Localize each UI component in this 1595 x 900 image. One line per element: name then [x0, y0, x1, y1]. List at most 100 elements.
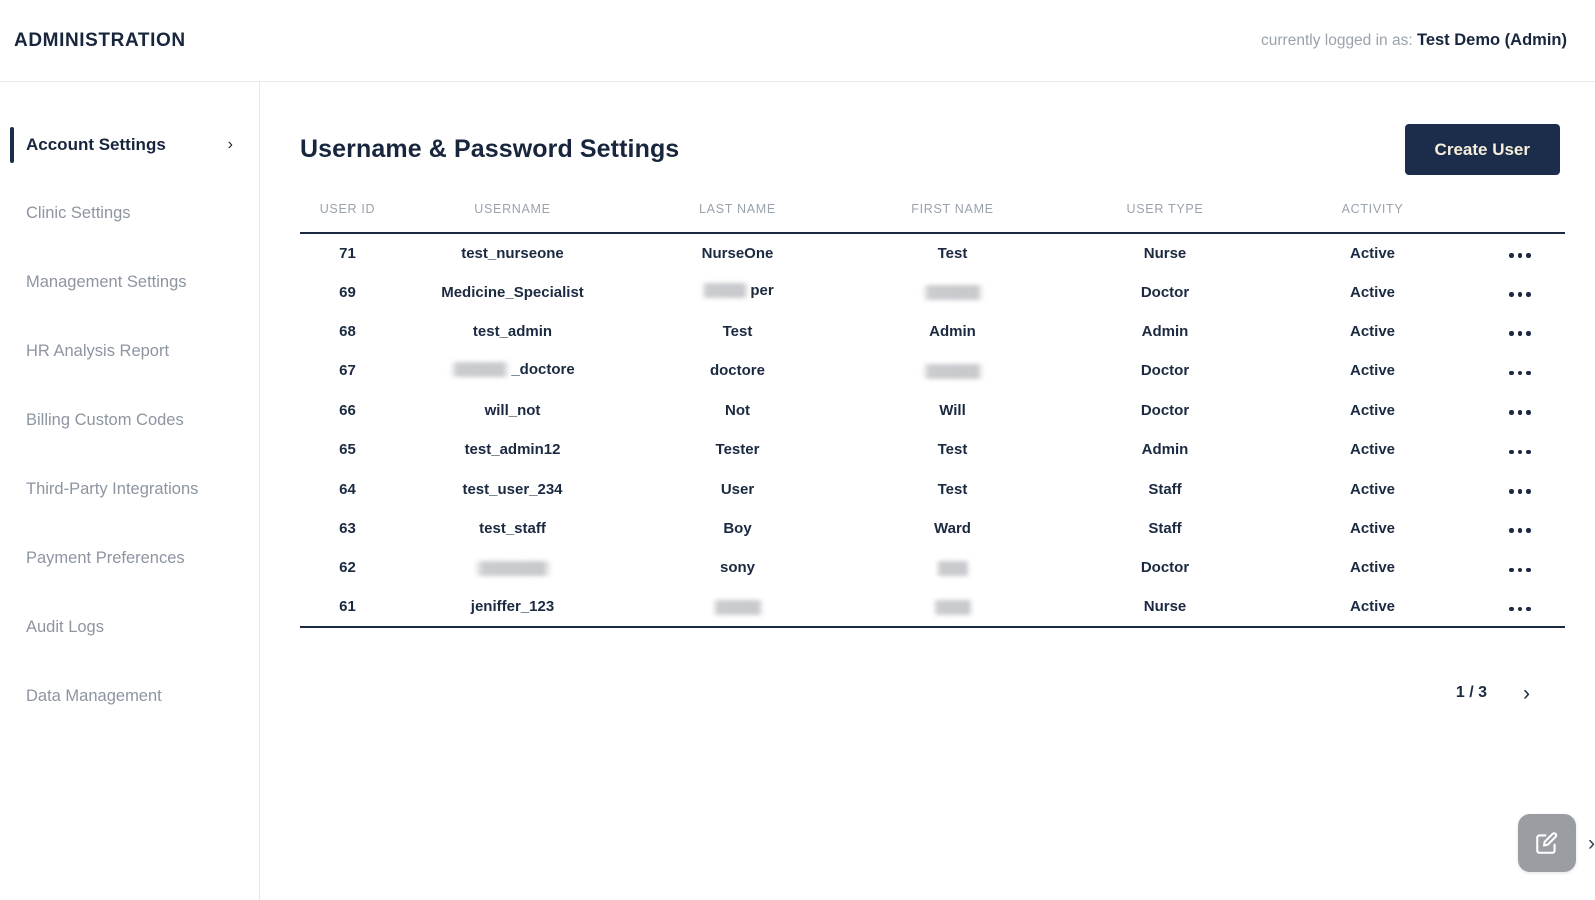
logged-in-prefix: currently logged in as:: [1261, 32, 1413, 49]
cell-last-name-text: per: [750, 282, 774, 300]
app-title: ADMINISTRATION: [14, 29, 186, 51]
cell-user-type: Doctor: [1140, 401, 1190, 419]
table-row: 69 Medicine_Specialist per Doctor Active: [300, 272, 1565, 311]
cell-user-type: Staff: [1148, 519, 1182, 537]
cell-user-id: 67: [339, 362, 356, 380]
column-header-user-type: USER TYPE: [1126, 202, 1204, 216]
cell-username: test_nurseone: [461, 244, 564, 262]
more-horizontal-icon[interactable]: [1509, 528, 1531, 533]
cell-username: jeniffer_123: [470, 598, 555, 616]
page-indicator: 1 / 3: [1455, 684, 1487, 702]
sidebar: Account Settings › Clinic Settings Manageme…: [0, 82, 260, 900]
cell-activity: Active: [1349, 362, 1396, 380]
sidebar-item-label: Management Settings: [26, 273, 187, 291]
cell-user-id: 65: [339, 441, 356, 459]
more-horizontal-icon[interactable]: [1509, 567, 1531, 573]
cell-username: test_user_234: [462, 480, 563, 498]
cell-username: test_admin12: [464, 441, 561, 459]
next-page-chevron-icon[interactable]: ›: [1523, 683, 1530, 704]
cell-first-name: Ward: [934, 519, 971, 537]
table-row: 64 test_user_234 User Test Staff Active: [300, 469, 1565, 508]
more-horizontal-icon[interactable]: [1509, 489, 1531, 494]
users-table-body: 71 test_nurseone NurseOne Test Nurse Active 69…: [300, 233, 1565, 627]
sidebar-item-label: Payment Preferences: [26, 549, 185, 567]
table-row: 66 will_not Not Will Doctor Active: [300, 391, 1565, 430]
sidebar-item-label: Audit Logs: [26, 618, 104, 636]
cell-last-name: doctore: [709, 362, 765, 380]
cell-activity: Active: [1349, 244, 1396, 262]
sidebar-item-clinic-settings[interactable]: Clinic Settings: [0, 179, 259, 248]
sidebar-item-hr-analysis-report[interactable]: HR Analysis Report: [0, 317, 259, 386]
cell-first-name: [845, 272, 1060, 311]
cell-activity: Active: [1349, 441, 1396, 459]
column-header-actions: [1475, 202, 1565, 233]
more-horizontal-icon[interactable]: [1509, 253, 1531, 258]
table-row: 65 test_admin12 Tester Test Admin Active: [300, 430, 1565, 469]
row-actions-cell: [1475, 233, 1565, 272]
top-bar: ADMINISTRATION currently logged in as: T…: [0, 0, 1595, 82]
sidebar-item-management-settings[interactable]: Management Settings: [0, 248, 259, 317]
more-horizontal-icon[interactable]: [1509, 370, 1531, 376]
row-actions-cell: [1475, 312, 1565, 351]
more-horizontal-icon[interactable]: [1509, 292, 1531, 297]
table-row: 63 test_staff Boy Ward Staff Active: [300, 509, 1565, 548]
row-actions-cell: [1475, 469, 1565, 508]
more-horizontal-icon[interactable]: [1509, 449, 1531, 455]
more-horizontal-icon[interactable]: [1509, 331, 1531, 336]
more-horizontal-icon[interactable]: [1509, 410, 1531, 415]
page-title: Username & Password Settings: [300, 134, 680, 163]
create-user-button[interactable]: Create User: [1404, 123, 1560, 175]
users-table-header-row: USER ID USERNAME LAST NAME FIRST NAME US…: [300, 202, 1565, 233]
table-row: 67 _doctore doctore Doctor Active: [300, 351, 1565, 390]
more-horizontal-icon[interactable]: [1509, 606, 1531, 612]
sidebar-item-payment-preferences[interactable]: Payment Preferences: [0, 524, 259, 593]
cell-last-name: [630, 588, 845, 627]
cell-activity: Active: [1349, 559, 1396, 577]
cell-last-name: per: [630, 272, 845, 311]
cell-username: test_admin: [472, 322, 553, 340]
users-table: USER ID USERNAME LAST NAME FIRST NAME US…: [300, 202, 1565, 628]
cell-last-name: Tester: [715, 441, 760, 459]
cell-user-type: Admin: [1141, 441, 1189, 459]
cell-user-id: 64: [339, 480, 356, 498]
cell-user-type: Staff: [1148, 480, 1182, 498]
table-row: 68 test_admin Test Admin Admin Active: [300, 312, 1565, 351]
cell-activity: Active: [1349, 598, 1396, 616]
sidebar-item-data-management[interactable]: Data Management: [0, 662, 259, 731]
cell-username-text: _doctore: [511, 360, 575, 378]
cell-username: will_not: [484, 401, 541, 419]
sidebar-item-audit-logs[interactable]: Audit Logs: [0, 593, 259, 662]
table-row: 62 sony Doctor Active: [300, 548, 1565, 587]
redacted-value: [701, 283, 750, 299]
fab-chevron-icon[interactable]: ›: [1588, 833, 1595, 854]
redacted-value: [935, 560, 970, 576]
row-actions-cell: [1475, 548, 1565, 587]
row-actions-cell: [1475, 272, 1565, 311]
cell-first-name: [845, 351, 1060, 390]
cell-user-id: 69: [339, 283, 356, 301]
cell-activity: Active: [1349, 401, 1396, 419]
cell-first-name: [845, 588, 1060, 627]
users-table-head: USER ID USERNAME LAST NAME FIRST NAME US…: [300, 202, 1565, 233]
sidebar-item-label: Clinic Settings: [26, 204, 131, 222]
cell-first-name: Test: [937, 441, 968, 459]
cell-user-type: Nurse: [1143, 598, 1187, 616]
logged-in-status: currently logged in as: Test Demo (Admin…: [1261, 31, 1567, 50]
cell-first-name: Test: [937, 244, 968, 262]
sidebar-item-account-settings[interactable]: Account Settings ›: [0, 110, 259, 179]
chevron-right-icon: ›: [227, 135, 233, 153]
cell-user-type: Doctor: [1140, 559, 1190, 577]
edit-square-icon[interactable]: [1518, 814, 1576, 872]
cell-last-name: Test: [722, 322, 753, 340]
sidebar-item-label: Third-Party Integrations: [26, 480, 199, 498]
sidebar-item-label: HR Analysis Report: [26, 342, 170, 360]
cell-last-name: sony: [719, 559, 755, 577]
column-header-last-name: LAST NAME: [699, 202, 776, 216]
cell-activity: Active: [1349, 283, 1396, 301]
sidebar-item-label: Data Management: [26, 687, 162, 705]
main-content: Username & Password Settings Create User…: [260, 82, 1595, 900]
sidebar-item-label: Billing Custom Codes: [26, 411, 184, 429]
sidebar-item-billing-custom-codes[interactable]: Billing Custom Codes: [0, 386, 259, 455]
sidebar-item-third-party-integrations[interactable]: Third-Party Integrations: [0, 455, 259, 524]
redacted-value: [932, 599, 973, 615]
